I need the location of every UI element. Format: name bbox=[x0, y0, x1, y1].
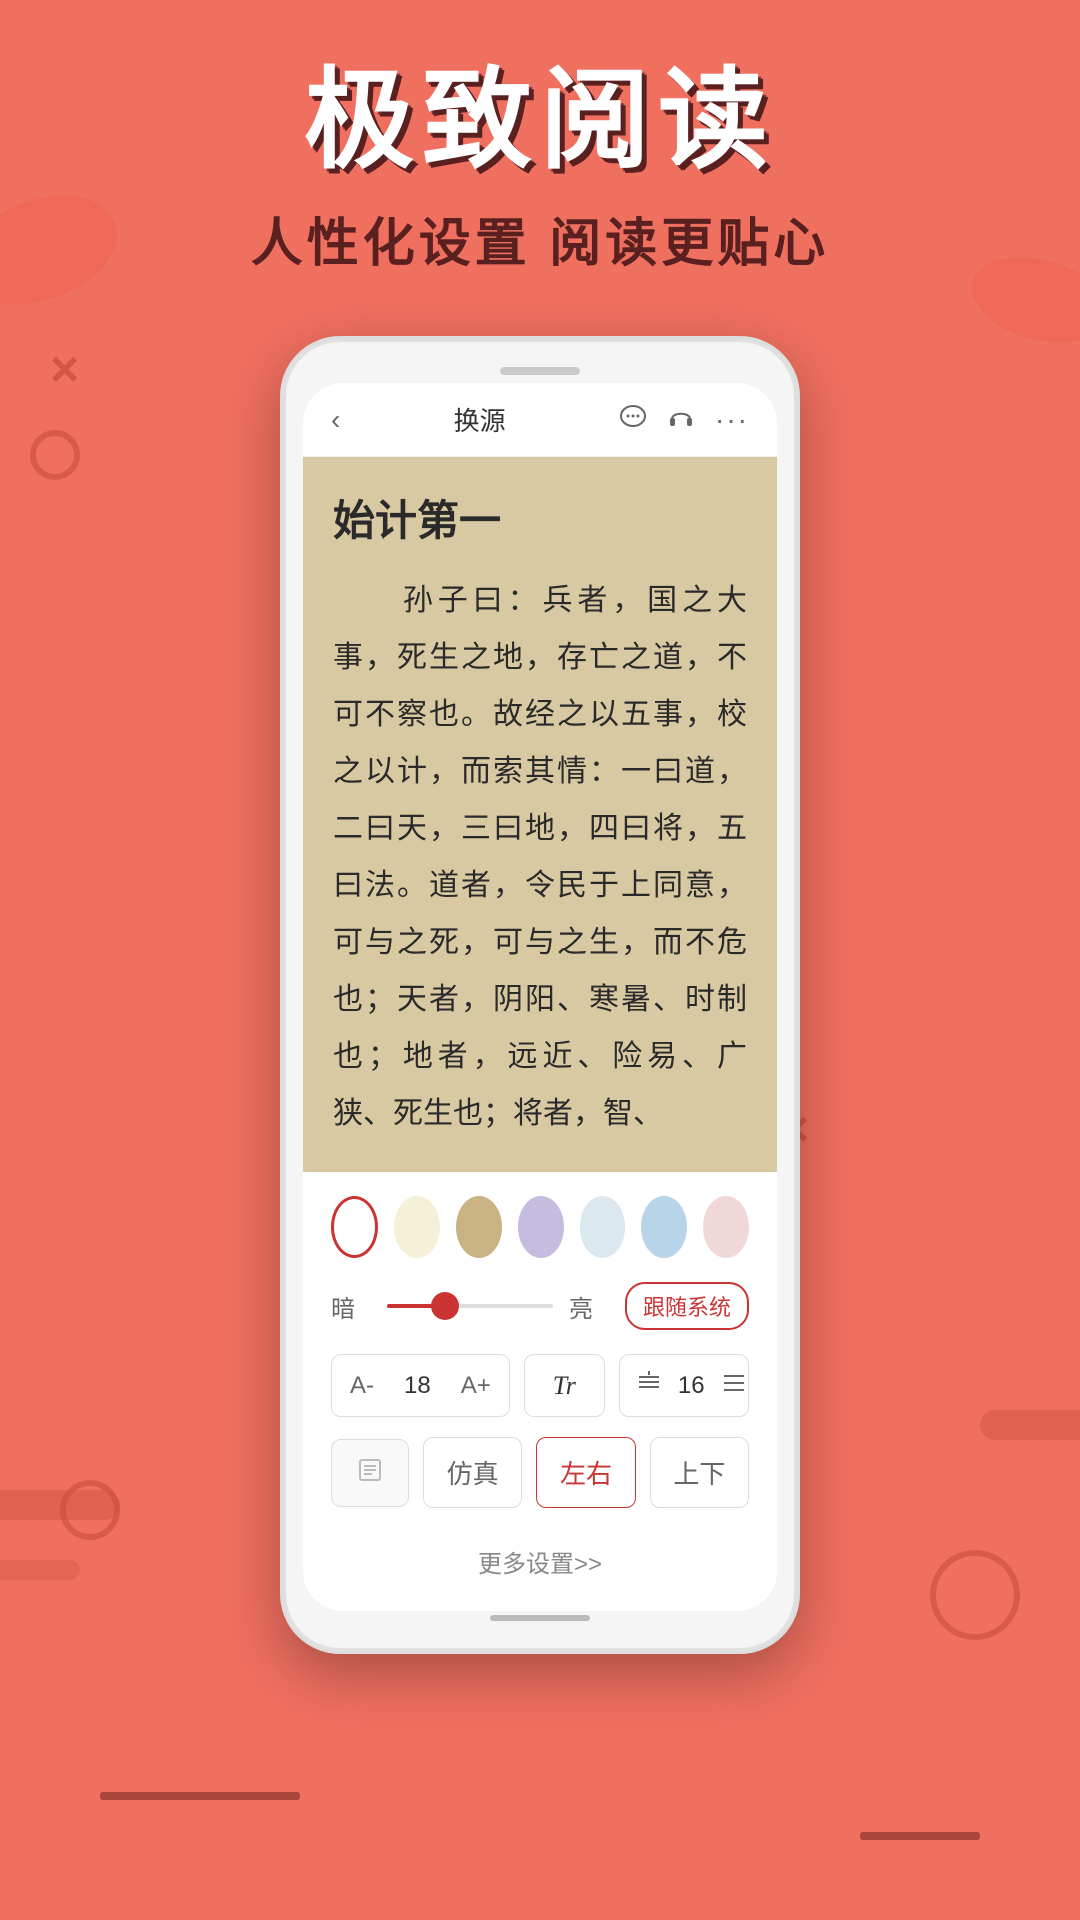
brightness-slider[interactable] bbox=[387, 1304, 553, 1308]
page-mode-row: 仿真 左右 上下 bbox=[331, 1437, 749, 1508]
deco-line-2 bbox=[860, 1832, 980, 1840]
swatch-pink[interactable] bbox=[703, 1196, 749, 1258]
sub-title: 人性化设置 阅读更贴心 bbox=[0, 201, 1080, 276]
chat-icon[interactable] bbox=[619, 403, 647, 437]
swatch-sky-blue[interactable] bbox=[641, 1196, 687, 1258]
font-size-value: 18 bbox=[392, 1358, 443, 1414]
headphone-icon[interactable] bbox=[667, 403, 695, 437]
nav-icons: ··· bbox=[619, 403, 749, 437]
scroll-mode-button[interactable] bbox=[331, 1439, 409, 1507]
font-decrease-button[interactable]: A- bbox=[332, 1358, 392, 1414]
slider-thumb[interactable] bbox=[431, 1292, 459, 1320]
system-follow-button[interactable]: 跟随系统 bbox=[625, 1282, 749, 1330]
spacing-decrease-icon[interactable] bbox=[620, 1355, 678, 1416]
deco-line-1 bbox=[100, 1792, 300, 1800]
font-size-control: A- 18 A+ bbox=[331, 1354, 510, 1417]
phone-outer: ‹ 换源 bbox=[280, 336, 800, 1654]
mode-leftright-button[interactable]: 左右 bbox=[536, 1437, 635, 1508]
settings-panel: 暗 亮 跟随系统 A- 18 A+ Tr bbox=[303, 1172, 777, 1611]
book-text: 孙子曰：兵者，国之大事，死生之地，存亡之道，不可不察也。故经之以五事，校之以计，… bbox=[333, 572, 747, 1142]
reader-nav: ‹ 换源 bbox=[303, 383, 777, 457]
font-spacing-row: A- 18 A+ Tr bbox=[331, 1354, 749, 1417]
font-type-button[interactable]: Tr bbox=[524, 1354, 605, 1417]
swatch-tan[interactable] bbox=[456, 1196, 502, 1258]
dark-label: 暗 bbox=[331, 1289, 371, 1324]
phone-top-bar bbox=[303, 359, 777, 383]
phone-screen: ‹ 换源 bbox=[303, 383, 777, 1611]
back-button[interactable]: ‹ bbox=[331, 404, 340, 436]
spacing-value: 16 bbox=[678, 1372, 705, 1400]
home-indicator bbox=[490, 1615, 590, 1621]
mode-simulated-button[interactable]: 仿真 bbox=[423, 1437, 522, 1508]
spacing-control: 16 bbox=[619, 1354, 749, 1417]
light-label: 亮 bbox=[569, 1289, 609, 1324]
more-icon[interactable]: ··· bbox=[715, 404, 749, 436]
font-increase-button[interactable]: A+ bbox=[443, 1358, 509, 1414]
phone-mockup: ‹ 换源 bbox=[0, 336, 1080, 1654]
swatch-white[interactable] bbox=[331, 1196, 378, 1258]
chapter-title: 始计第一 bbox=[333, 487, 747, 548]
mode-updown-button[interactable]: 上下 bbox=[650, 1437, 749, 1508]
color-swatches bbox=[331, 1196, 749, 1258]
main-title: 极致阅读 bbox=[0, 60, 1080, 181]
spacing-increase-icon[interactable] bbox=[705, 1356, 749, 1416]
phone-bottom bbox=[303, 1611, 777, 1631]
nav-title: 换源 bbox=[454, 401, 506, 438]
swatch-lavender[interactable] bbox=[518, 1196, 564, 1258]
swatch-cream[interactable] bbox=[394, 1196, 440, 1258]
brightness-row: 暗 亮 跟随系统 bbox=[331, 1282, 749, 1330]
more-settings[interactable]: 更多设置>> bbox=[331, 1528, 749, 1587]
book-content[interactable]: 始计第一 孙子曰：兵者，国之大事，死生之地，存亡之道，不可不察也。故经之以五事，… bbox=[303, 457, 777, 1172]
phone-speaker bbox=[500, 367, 580, 375]
swatch-light-blue[interactable] bbox=[580, 1196, 626, 1258]
header: 极致阅读 人性化设置 阅读更贴心 bbox=[0, 0, 1080, 276]
